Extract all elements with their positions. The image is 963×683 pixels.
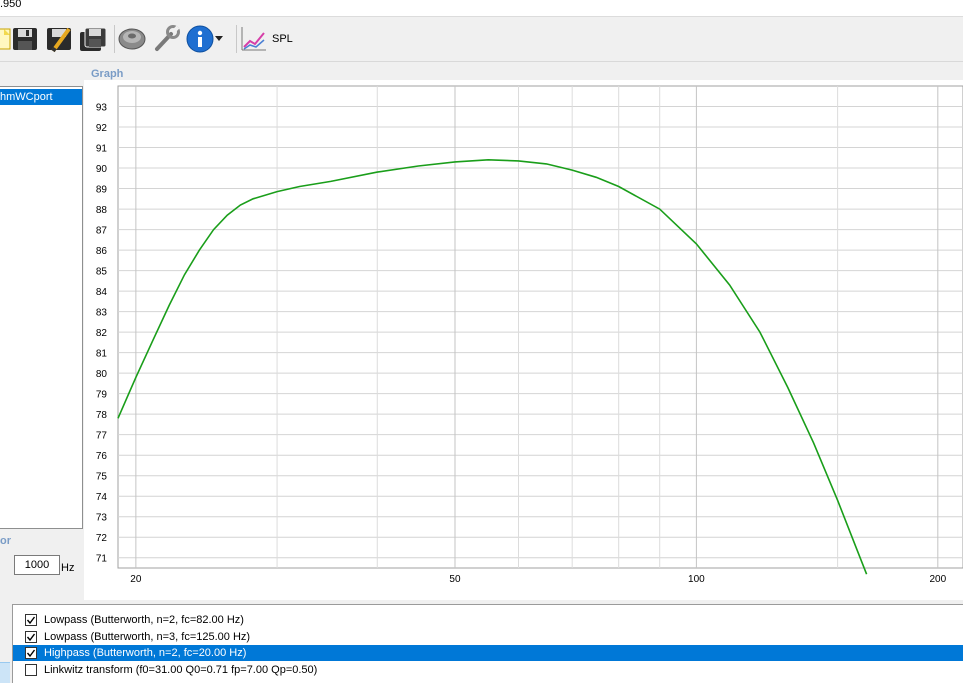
checkmark-icon: [26, 649, 36, 658]
frequency-section-label: or: [0, 535, 11, 547]
save-all-icon: [80, 27, 107, 51]
graph-panel: 93 92 91 90 89 88 87 86 85 84 83 82 81 80 79 78 77 76 75 74…: [84, 80, 963, 600]
checkmark-icon: [26, 616, 36, 625]
filter-checkbox[interactable]: [25, 663, 37, 676]
y-tick-label: 82: [96, 328, 108, 339]
filter-row[interactable]: Lowpass (Butterworth, n=3, fc=125.00 Hz): [13, 629, 963, 645]
y-tick-label: 91: [96, 144, 108, 155]
y-tick-label: 93: [96, 103, 108, 114]
filter-label: Lowpass (Butterworth, n=3, fc=125.00 Hz): [44, 630, 251, 643]
filter-row[interactable]: Highpass (Butterworth, n=2, fc=20.00 Hz): [13, 645, 963, 661]
info-dropdown-button[interactable]: [212, 23, 226, 55]
y-tick-label: 92: [96, 123, 108, 134]
y-tick-label: 83: [96, 308, 108, 319]
y-tick-label: 88: [96, 205, 108, 216]
frequency-input[interactable]: 1000: [14, 555, 60, 575]
y-tick-label: 89: [96, 185, 108, 196]
spl-chart-icon: [241, 27, 266, 51]
filter-list[interactable]: Lowpass (Butterworth, n=2, fc=82.00 Hz) L…: [12, 604, 963, 683]
frequency-unit-label: Hz: [61, 562, 75, 574]
filter-label: Lowpass (Butterworth, n=2, fc=82.00 Hz): [44, 614, 244, 626]
save-button[interactable]: [10, 23, 40, 55]
speaker-icon: [118, 28, 146, 50]
project-list[interactable]: hmWCport: [0, 86, 83, 529]
x-tick-label: 200: [929, 574, 946, 585]
x-tick-label: 20: [130, 574, 142, 585]
toolbar-separator: [236, 25, 237, 53]
y-tick-label: 75: [96, 472, 108, 483]
info-button[interactable]: [185, 23, 215, 55]
save-all-button[interactable]: [78, 23, 108, 55]
y-tick-label: 80: [96, 369, 108, 380]
y-tick-label: 79: [96, 390, 108, 401]
wrench-icon: [155, 25, 180, 51]
y-tick-label: 77: [96, 431, 108, 442]
toolbar-separator: [114, 25, 115, 53]
filter-checkbox[interactable]: [25, 630, 37, 643]
spl-chart-button[interactable]: [238, 23, 268, 55]
y-tick-label: 85: [96, 267, 108, 278]
y-tick-label: 90: [96, 164, 108, 175]
window-title: .950: [0, 0, 22, 10]
y-tick-label: 81: [96, 349, 108, 360]
graph-section-label: Graph: [91, 68, 124, 80]
x-tick-label: 50: [449, 574, 461, 585]
y-tick-label: 73: [96, 513, 108, 524]
title-bar: .950: [0, 0, 963, 16]
spl-chart[interactable]: 93 92 91 90 89 88 87 86 85 84 83 82 81 80 79 78 77 76 75 74…: [84, 80, 963, 600]
info-icon: [186, 25, 214, 53]
y-tick-label: 72: [96, 533, 108, 544]
save-edit-icon: [47, 27, 71, 53]
filter-label: Highpass (Butterworth, n=2, fc=20.00 Hz): [44, 647, 247, 659]
driver-button[interactable]: [117, 23, 147, 55]
dropdown-arrow-icon: [215, 36, 223, 41]
filter-row[interactable]: Lowpass (Butterworth, n=2, fc=82.00 Hz): [13, 612, 963, 628]
y-tick-label: 76: [96, 451, 108, 462]
checkmark-icon: [26, 633, 36, 641]
settings-button[interactable]: [151, 23, 181, 55]
x-tick-label: 100: [688, 574, 705, 585]
toolbar: SPL: [0, 16, 963, 62]
filter-checkbox[interactable]: [25, 614, 37, 626]
spl-label[interactable]: SPL: [272, 33, 293, 45]
project-list-item-selected[interactable]: hmWCport: [0, 89, 82, 105]
save-icon: [13, 28, 37, 50]
y-tick-label: 78: [96, 410, 108, 421]
y-tick-label: 74: [96, 492, 108, 503]
y-tick-label: 84: [96, 287, 108, 298]
left-panel-corner: [0, 662, 10, 683]
y-tick-label: 86: [96, 246, 108, 257]
y-tick-label: 87: [96, 226, 108, 237]
filter-label: Linkwitz transform (f0=31.00 Q0=0.71 fp=…: [44, 663, 318, 676]
filter-row[interactable]: Linkwitz transform (f0=31.00 Q0=0.71 fp=…: [13, 662, 963, 678]
save-edit-button[interactable]: [44, 23, 74, 55]
filter-checkbox[interactable]: [25, 647, 37, 659]
y-tick-label: 71: [96, 554, 108, 565]
